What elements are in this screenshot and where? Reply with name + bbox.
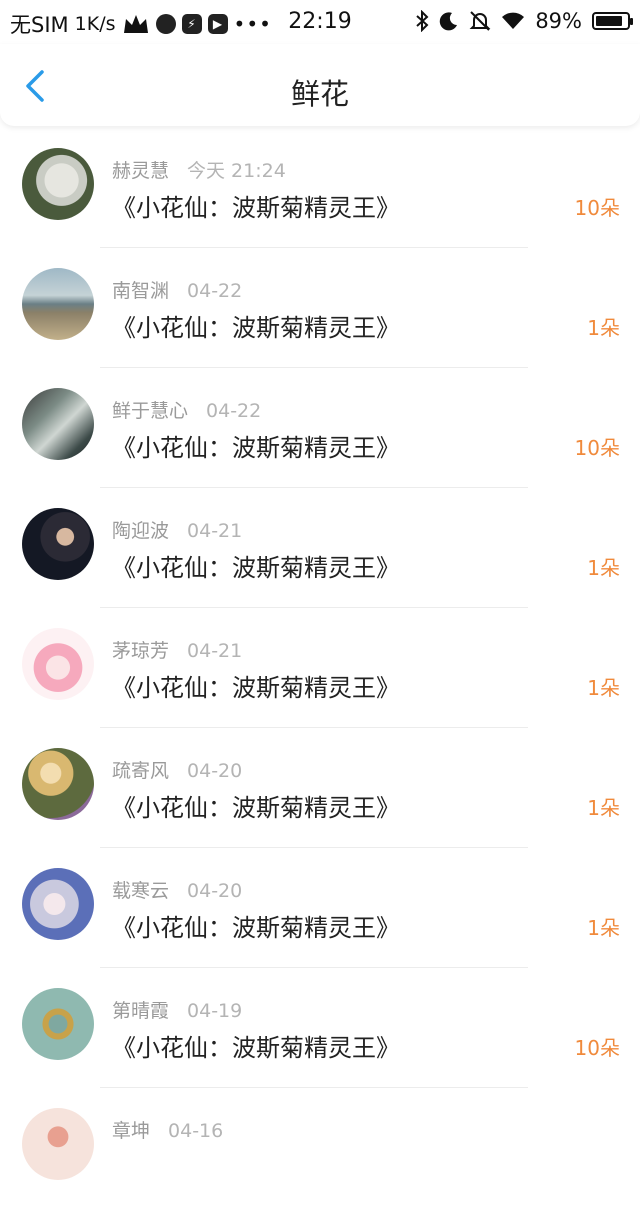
avatar[interactable] <box>22 268 94 340</box>
gift-title: 《小花仙：波斯菊精灵王》 <box>112 554 400 582</box>
record-date: 04-16 <box>168 1120 224 1142</box>
battery-fill <box>596 16 623 26</box>
record-date: 04-21 <box>187 520 243 542</box>
avatar[interactable] <box>22 148 94 220</box>
avatar[interactable] <box>22 508 94 580</box>
record-meta: 茅琼芳 04-21 <box>112 636 242 663</box>
record-date: 04-22 <box>206 400 262 422</box>
record-date: 04-20 <box>187 760 243 782</box>
list-item[interactable]: 章坤 04-16 <box>0 1088 640 1208</box>
user-name: 鲜于慧心 <box>112 400 189 422</box>
list-item[interactable]: 疏寄风 04-20 《小花仙：波斯菊精灵王》 1朵 <box>0 728 640 848</box>
wifi-icon <box>501 11 525 31</box>
gift-title: 《小花仙：波斯菊精灵王》 <box>112 914 400 942</box>
bluetooth-icon <box>415 10 429 32</box>
list-item[interactable]: 第晴霞 04-19 《小花仙：波斯菊精灵王》 10朵 <box>0 968 640 1088</box>
list-item[interactable]: 载寒云 04-20 《小花仙：波斯菊精灵王》 1朵 <box>0 848 640 968</box>
mute-icon <box>469 10 491 32</box>
avatar[interactable] <box>22 868 94 940</box>
list-item[interactable]: 南智渊 04-22 《小花仙：波斯菊精灵王》 1朵 <box>0 248 640 368</box>
list-item[interactable]: 赫灵慧 今天 21:24 《小花仙：波斯菊精灵王》 10朵 <box>0 128 640 248</box>
record-meta: 赫灵慧 今天 21:24 <box>112 156 286 183</box>
record-meta: 鲜于慧心 04-22 <box>112 396 261 423</box>
status-right: 89% <box>415 9 633 33</box>
record-date: 04-21 <box>187 640 243 662</box>
user-name: 疏寄风 <box>112 760 170 782</box>
flower-count: 10朵 <box>574 196 620 220</box>
flower-record-list: 赫灵慧 今天 21:24 《小花仙：波斯菊精灵王》 10朵 南智渊 04-22 《小… <box>0 128 640 1208</box>
avatar[interactable] <box>22 388 94 460</box>
user-name: 赫灵慧 <box>112 160 170 182</box>
flower-count: 1朵 <box>587 676 620 700</box>
moon-icon <box>439 11 459 31</box>
record-meta: 疏寄风 04-20 <box>112 756 242 783</box>
record-date: 04-20 <box>187 880 243 902</box>
record-meta: 载寒云 04-20 <box>112 876 242 903</box>
user-name: 载寒云 <box>112 880 170 902</box>
page-title: 鲜花 <box>290 77 349 111</box>
flower-count: 1朵 <box>587 316 620 340</box>
record-meta: 南智渊 04-22 <box>112 276 242 303</box>
flower-count: 10朵 <box>574 436 620 460</box>
flower-count: 1朵 <box>587 916 620 940</box>
flower-count: 1朵 <box>587 556 620 580</box>
list-item[interactable]: 陶迎波 04-21 《小花仙：波斯菊精灵王》 1朵 <box>0 488 640 608</box>
list-item[interactable]: 鲜于慧心 04-22 《小花仙：波斯菊精灵王》 10朵 <box>0 368 640 488</box>
record-meta: 陶迎波 04-21 <box>112 516 242 543</box>
gift-title: 《小花仙：波斯菊精灵王》 <box>112 434 400 462</box>
record-date: 04-22 <box>187 280 243 302</box>
avatar[interactable] <box>22 1108 94 1180</box>
nav-bar: 鲜花 <box>0 44 640 126</box>
record-meta: 章坤 04-16 <box>112 1116 223 1143</box>
gift-title: 《小花仙：波斯菊精灵王》 <box>112 1034 400 1062</box>
gift-title: 《小花仙：波斯菊精灵王》 <box>112 194 400 222</box>
status-bar: 无SIM 1K/s ⚡ ▶ ••• 22:19 89% <box>0 0 640 44</box>
gift-title: 《小花仙：波斯菊精灵王》 <box>112 314 400 342</box>
user-name: 第晴霞 <box>112 1000 170 1022</box>
record-meta: 第晴霞 04-19 <box>112 996 242 1023</box>
user-name: 南智渊 <box>112 280 170 302</box>
user-name: 章坤 <box>112 1120 151 1142</box>
list-item[interactable]: 茅琼芳 04-21 《小花仙：波斯菊精灵王》 1朵 <box>0 608 640 728</box>
gift-title: 《小花仙：波斯菊精灵王》 <box>112 674 400 702</box>
avatar[interactable] <box>22 628 94 700</box>
battery-percent: 89% <box>535 9 582 33</box>
gift-title: 《小花仙：波斯菊精灵王》 <box>112 794 400 822</box>
battery-icon <box>592 12 633 30</box>
flower-count: 10朵 <box>574 1036 620 1060</box>
avatar[interactable] <box>22 748 94 820</box>
user-name: 茅琼芳 <box>112 640 170 662</box>
record-date: 04-19 <box>187 1000 243 1022</box>
record-date: 今天 21:24 <box>187 160 286 182</box>
user-name: 陶迎波 <box>112 520 170 542</box>
flower-count: 1朵 <box>587 796 620 820</box>
avatar[interactable] <box>22 988 94 1060</box>
